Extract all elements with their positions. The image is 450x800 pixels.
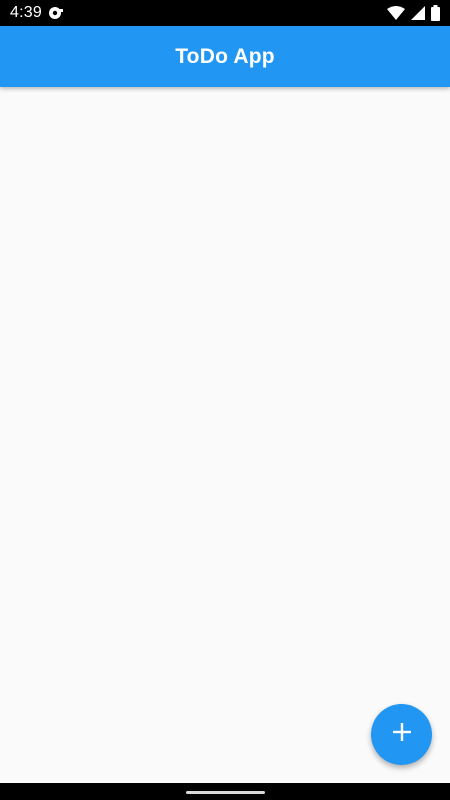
todo-list xyxy=(0,87,450,783)
wifi-icon xyxy=(387,6,405,20)
signal-icon xyxy=(411,6,425,20)
navigation-bar xyxy=(0,783,450,800)
notification-icon xyxy=(48,6,64,20)
battery-icon xyxy=(431,5,440,21)
status-left: 4:39 xyxy=(10,4,64,22)
app-bar: ToDo App xyxy=(0,26,450,87)
status-right xyxy=(387,5,440,21)
add-todo-button[interactable] xyxy=(371,704,432,765)
app-screen: 4:39 ToDo App xyxy=(0,0,450,800)
status-time: 4:39 xyxy=(10,4,42,21)
home-indicator[interactable] xyxy=(186,791,265,794)
plus-icon xyxy=(390,720,414,749)
status-bar: 4:39 xyxy=(0,0,450,26)
page-title: ToDo App xyxy=(175,44,275,68)
